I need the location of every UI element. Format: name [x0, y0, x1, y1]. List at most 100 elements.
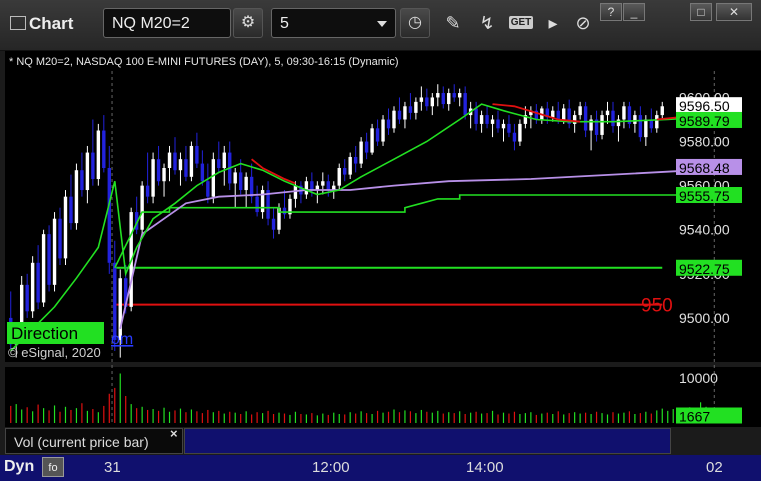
candle-body	[364, 141, 369, 153]
x-tick-label: 31	[104, 459, 121, 476]
clock-icon: ◷	[408, 14, 422, 31]
candle-body	[348, 156, 352, 175]
candle-body	[271, 218, 276, 230]
candle-body	[600, 115, 604, 135]
volume-tick-label: 10000	[679, 370, 718, 386]
candle-body	[162, 168, 166, 182]
candle-body	[36, 262, 40, 303]
candle-body	[512, 132, 517, 142]
minimize-button[interactable]: _	[623, 3, 645, 21]
link-icon: ⊘	[575, 13, 591, 33]
candle-body	[490, 119, 495, 124]
price-chart-svg[interactable]: 950 9500.009520.009540.009560.009580.009…	[0, 51, 761, 481]
price-panel-bg	[5, 51, 672, 362]
candle-body	[69, 196, 73, 224]
get-label: GET	[508, 16, 534, 29]
help-button[interactable]: ?	[600, 3, 622, 21]
play-icon: ▸	[548, 13, 558, 33]
candle-body	[578, 106, 582, 116]
candle-body	[107, 168, 111, 263]
dyn-label: Dyn	[4, 458, 35, 475]
time-button[interactable]: ◷	[400, 8, 430, 38]
candle-body	[167, 152, 172, 168]
candle-body	[47, 234, 51, 285]
symbol-dropdown[interactable]: NQ M20=2	[103, 8, 231, 38]
pencil-icon: ✎	[445, 13, 461, 33]
candle-body	[638, 115, 643, 138]
candle-body	[96, 130, 101, 180]
candle-body	[217, 159, 221, 168]
candle-body	[518, 123, 522, 142]
candle-body	[457, 93, 462, 98]
candle-body	[337, 168, 341, 186]
candle-body	[408, 106, 413, 113]
candle-body	[605, 110, 610, 116]
candle-body	[479, 115, 484, 124]
red-level-label: 950	[641, 296, 673, 317]
interval-dropdown[interactable]: 5	[271, 8, 396, 38]
candle-body	[375, 128, 380, 142]
candle-body	[611, 110, 615, 127]
candle-body	[436, 93, 440, 98]
candle-body	[102, 130, 106, 168]
candle-body	[41, 234, 46, 303]
candle-body	[397, 110, 402, 120]
play-button[interactable]: ▸	[540, 10, 566, 36]
candle-body	[206, 181, 210, 197]
chevron-down-icon	[377, 21, 387, 27]
candle-body	[386, 119, 391, 129]
candle-body	[622, 106, 626, 120]
volume-current-text: 1667	[679, 408, 710, 424]
candle-body	[222, 152, 226, 168]
settings-gear-button[interactable]: ⚙	[233, 8, 263, 38]
studies-icon: ↯	[479, 13, 495, 33]
candle-body	[430, 97, 435, 107]
candle-body	[419, 97, 424, 102]
candle-body	[85, 152, 90, 191]
candle-body	[452, 93, 456, 98]
candle-body	[633, 115, 637, 124]
candle-body	[195, 145, 199, 164]
candle-body	[113, 262, 117, 340]
link-fragment[interactable]: om	[111, 331, 133, 348]
candle-body	[80, 170, 84, 191]
candle-body	[184, 159, 188, 177]
close-window-button[interactable]: ✕	[716, 3, 752, 21]
gear-icon: ⚙	[240, 14, 256, 31]
candle-body	[25, 284, 29, 312]
get-button[interactable]: GET	[506, 10, 536, 36]
candle-body	[370, 128, 374, 153]
candle-body	[178, 159, 183, 171]
dyn-button[interactable]: fo	[42, 457, 64, 477]
candle-body	[156, 159, 161, 182]
x-tick-label: 02	[706, 459, 723, 476]
link-button[interactable]: ⊘	[570, 10, 596, 36]
candle-body	[353, 156, 358, 164]
draw-pencil-button[interactable]: ✎	[440, 10, 466, 36]
volume-close-button[interactable]: ×	[170, 426, 178, 441]
candle-body	[249, 176, 254, 197]
esignal-watermark: © eSignal, 2020	[8, 345, 101, 360]
candle-body	[63, 196, 68, 259]
price-badge-text: 9568.48	[679, 160, 730, 176]
candle-body	[244, 176, 248, 191]
chart-toolbar: Chart NQ M20=2 ⚙ 5 ◷ ✎ ↯ GET ▸ ⊘ ? _ □ ✕	[0, 0, 761, 51]
studies-button[interactable]: ↯	[474, 10, 500, 36]
chart-area[interactable]: 950 9500.009520.009540.009560.009580.009…	[0, 51, 761, 481]
candle-body	[74, 170, 79, 224]
candle-body	[425, 97, 429, 107]
candle-body	[562, 108, 566, 120]
candle-body	[447, 93, 451, 105]
candle-body	[359, 141, 363, 164]
y-tick-label: 9580.00	[679, 134, 730, 150]
candle-body	[30, 262, 35, 312]
volume-panel-bg	[5, 367, 672, 427]
candle-body	[151, 159, 155, 197]
candle-body	[660, 106, 664, 116]
chart-header-text: * NQ M20=2, NASDAQ 100 E-MINI FUTURES (D…	[9, 56, 399, 68]
symbol-value: NQ M20=2	[112, 15, 190, 32]
maximize-button[interactable]: □	[690, 3, 712, 21]
x-tick-label: 12:00	[312, 459, 350, 476]
candle-body	[321, 181, 325, 186]
price-badge-text: 9522.75	[679, 261, 730, 277]
